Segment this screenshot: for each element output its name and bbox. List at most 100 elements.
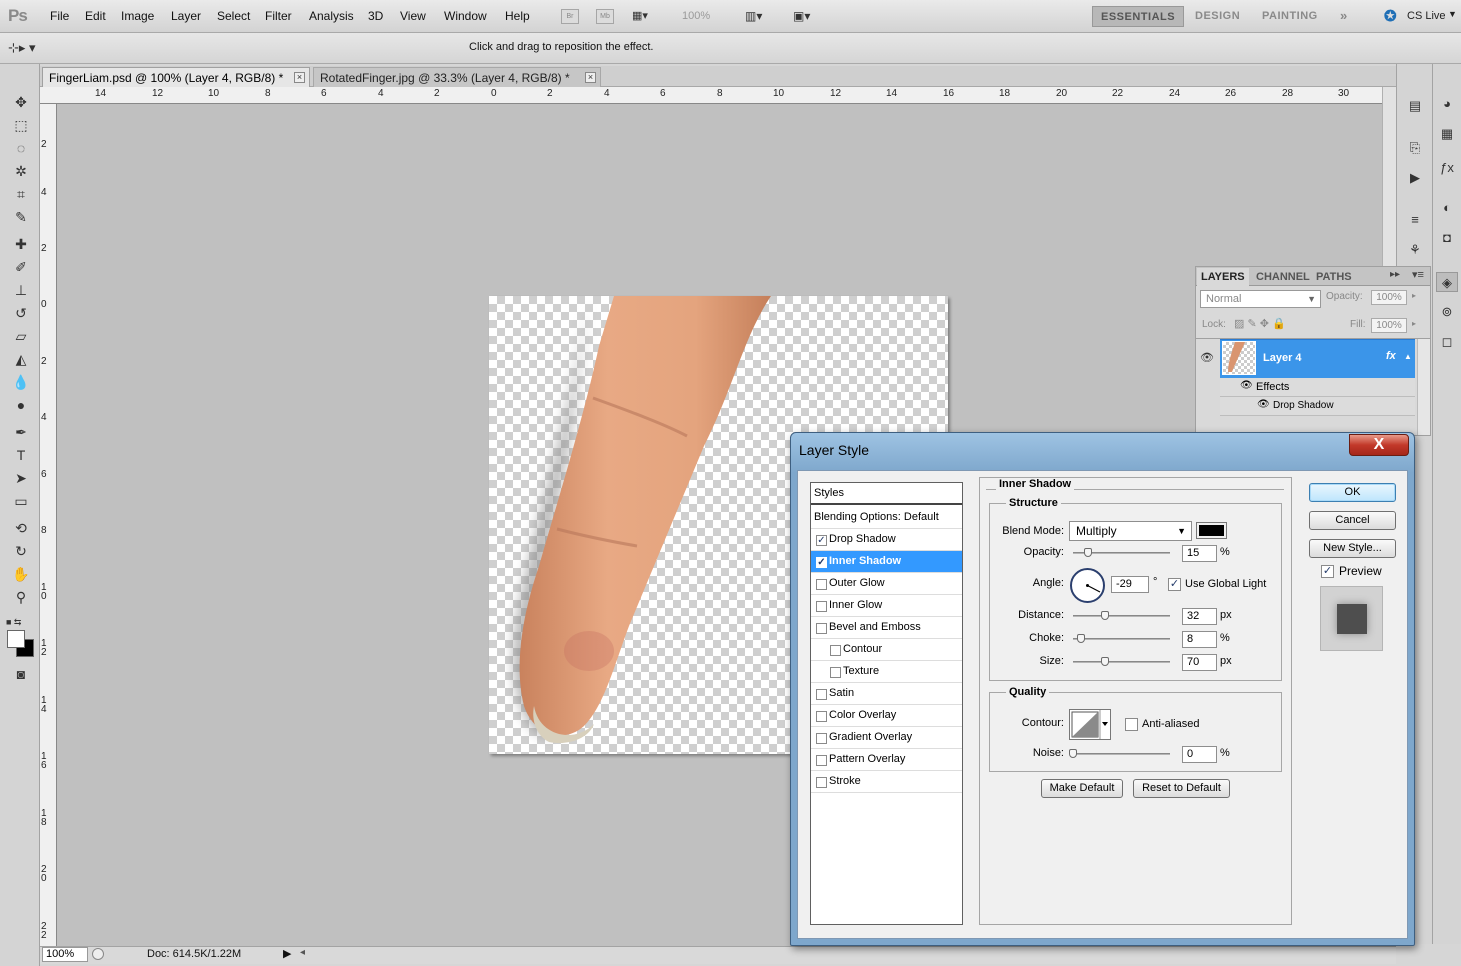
lock-options-icons[interactable]: ▨ ✎ ✥ 🔒 — [1234, 317, 1286, 330]
zoom-level[interactable]: 100% — [682, 10, 710, 22]
opacity-field[interactable]: 15 — [1182, 545, 1217, 562]
size-field[interactable]: 70 — [1182, 654, 1217, 671]
style-checkbox[interactable]: ✓ — [816, 557, 827, 568]
choke-field[interactable]: 8 — [1182, 631, 1217, 648]
cs-live-icon[interactable]: ✪ — [1384, 7, 1397, 25]
arrange-documents-icon[interactable]: ▥▾ — [745, 9, 775, 24]
menu-analysis[interactable]: Analysis — [309, 9, 354, 23]
cs-live-dropdown-icon[interactable]: ▼ — [1448, 9, 1457, 19]
move-tool-preset-icon[interactable]: ⊹▸ ▾ — [8, 40, 52, 58]
eraser-tool-icon[interactable]: ▱ — [10, 326, 32, 346]
style-checkbox[interactable] — [816, 755, 827, 766]
shape-tool-icon[interactable]: ▭ — [10, 491, 32, 511]
style-checkbox[interactable] — [816, 733, 827, 744]
size-slider[interactable] — [1073, 661, 1170, 663]
menu-edit[interactable]: Edit — [85, 9, 106, 23]
layers-scrollbar[interactable] — [1417, 339, 1430, 435]
tab-channels[interactable]: CHANNEL — [1252, 268, 1314, 286]
more-workspaces-icon[interactable]: » — [1340, 8, 1347, 23]
style-item[interactable]: Stroke — [811, 771, 962, 793]
panel-menu-icon[interactable]: ▾≡ — [1412, 268, 1424, 281]
distance-field[interactable]: 32 — [1182, 608, 1217, 625]
noise-slider[interactable] — [1073, 753, 1170, 755]
3d-rotate-tool-icon[interactable]: ⟲ — [10, 518, 32, 538]
quick-mask-icon[interactable]: ◙ — [10, 664, 32, 684]
style-checkbox[interactable] — [816, 711, 827, 722]
layer-opacity-field[interactable]: 100% — [1371, 290, 1407, 305]
cancel-button[interactable]: Cancel — [1309, 511, 1396, 530]
panel-collapse-icon[interactable]: ▸▸ — [1390, 269, 1400, 280]
eye-icon[interactable]: 👁 — [1200, 351, 1214, 364]
new-style-button[interactable]: New Style... — [1309, 539, 1396, 558]
scroll-left-icon[interactable]: ◂ — [300, 947, 305, 958]
layers-panel-icon[interactable]: ◈ — [1436, 272, 1458, 292]
style-checkbox[interactable] — [816, 777, 827, 788]
preview-checkbox[interactable]: ✓ — [1321, 565, 1334, 578]
style-item[interactable]: Satin — [811, 683, 962, 705]
angle-field[interactable]: -29 — [1111, 576, 1149, 593]
masks-panel-icon[interactable]: ◐ — [1436, 198, 1458, 218]
menu-layer[interactable]: Layer — [171, 9, 201, 23]
actions-panel-icon[interactable]: ▶ — [1404, 168, 1426, 188]
clone-stamp-tool-icon[interactable]: ⊥ — [10, 280, 32, 300]
view-extras-icon[interactable]: ▦▾ — [632, 9, 662, 24]
use-global-light-checkbox[interactable]: ✓ — [1168, 578, 1181, 591]
layer-blend-mode-select[interactable]: Normal ▼ — [1200, 290, 1321, 308]
menu-select[interactable]: Select — [217, 9, 250, 23]
style-item[interactable]: Inner Glow — [811, 595, 962, 617]
tab-paths[interactable]: PATHS — [1312, 268, 1356, 286]
3d-orbit-tool-icon[interactable]: ↻ — [10, 541, 32, 561]
dialog-close-button[interactable]: X — [1349, 434, 1409, 456]
shadow-color-swatch[interactable] — [1196, 522, 1227, 539]
layer-thumbnail[interactable] — [1222, 341, 1256, 375]
choke-slider-thumb[interactable] — [1077, 634, 1085, 643]
zoom-field[interactable]: 100% — [42, 947, 88, 962]
menu-view[interactable]: View — [400, 9, 426, 23]
style-checkbox[interactable] — [816, 601, 827, 612]
close-icon[interactable]: × — [585, 72, 596, 83]
tab-fingerliam[interactable]: FingerLiam.psd @ 100% (Layer 4, RGB/8) *… — [42, 67, 310, 87]
distance-slider[interactable] — [1073, 615, 1170, 617]
style-checkbox[interactable] — [816, 689, 827, 700]
swatches-panel-icon[interactable]: ▦ — [1436, 124, 1458, 144]
opacity-slider-icon[interactable]: ▸ — [1412, 291, 1416, 300]
paths-panel-icon[interactable]: ◻ — [1436, 332, 1458, 352]
quick-select-tool-icon[interactable]: ✲ — [10, 161, 32, 181]
fill-slider-icon[interactable]: ▸ — [1412, 319, 1416, 328]
healing-brush-tool-icon[interactable]: ✚ — [10, 234, 32, 254]
style-item[interactable]: Color Overlay — [811, 705, 962, 727]
contour-picker[interactable] — [1069, 709, 1111, 740]
hand-tool-icon[interactable]: ✋ — [10, 564, 32, 584]
eye-icon[interactable]: 👁 — [1240, 380, 1253, 391]
pen-tool-icon[interactable]: ✒ — [10, 422, 32, 442]
history-brush-tool-icon[interactable]: ↺ — [10, 303, 32, 323]
menu-image[interactable]: Image — [121, 9, 154, 23]
style-checkbox[interactable]: ✓ — [816, 535, 827, 546]
path-selection-tool-icon[interactable]: ➤ — [10, 468, 32, 488]
blend-mode-select[interactable]: Multiply ▼ — [1069, 521, 1192, 541]
paint-bucket-tool-icon[interactable]: ◭ — [10, 349, 32, 369]
lasso-tool-icon[interactable]: ◌ — [10, 138, 32, 158]
style-item[interactable]: Bevel and Emboss — [811, 617, 962, 639]
style-item[interactable]: Gradient Overlay — [811, 727, 962, 749]
eyedropper-tool-icon[interactable]: ✎ — [10, 207, 32, 227]
choke-slider[interactable] — [1073, 638, 1170, 640]
history-panel-icon[interactable]: ⎘ — [1404, 138, 1426, 158]
adjust-panel-icon[interactable]: ◘ — [1436, 228, 1458, 248]
cs-live-label[interactable]: CS Live — [1407, 10, 1446, 22]
style-checkbox[interactable] — [830, 645, 841, 656]
style-item[interactable]: ✓ Drop Shadow — [811, 529, 962, 551]
noise-field[interactable]: 0 — [1182, 746, 1217, 763]
make-default-button[interactable]: Make Default — [1041, 779, 1123, 798]
bridge-icon[interactable]: Br — [561, 9, 579, 24]
layer-fx-icon[interactable]: fx — [1386, 350, 1396, 362]
adjustments-panel-icon[interactable]: ≡ — [1404, 210, 1426, 230]
menu-window[interactable]: Window — [444, 9, 487, 23]
foreground-color-swatch[interactable] — [7, 630, 25, 648]
tab-layers[interactable]: LAYERS — [1197, 268, 1249, 286]
style-item[interactable]: Pattern Overlay — [811, 749, 962, 771]
workspace-design[interactable]: DESIGN — [1187, 6, 1248, 27]
crop-tool-icon[interactable]: ⌗ — [10, 184, 32, 204]
size-slider-thumb[interactable] — [1101, 657, 1109, 666]
clone-source-panel-icon[interactable]: ⚘ — [1404, 240, 1426, 260]
